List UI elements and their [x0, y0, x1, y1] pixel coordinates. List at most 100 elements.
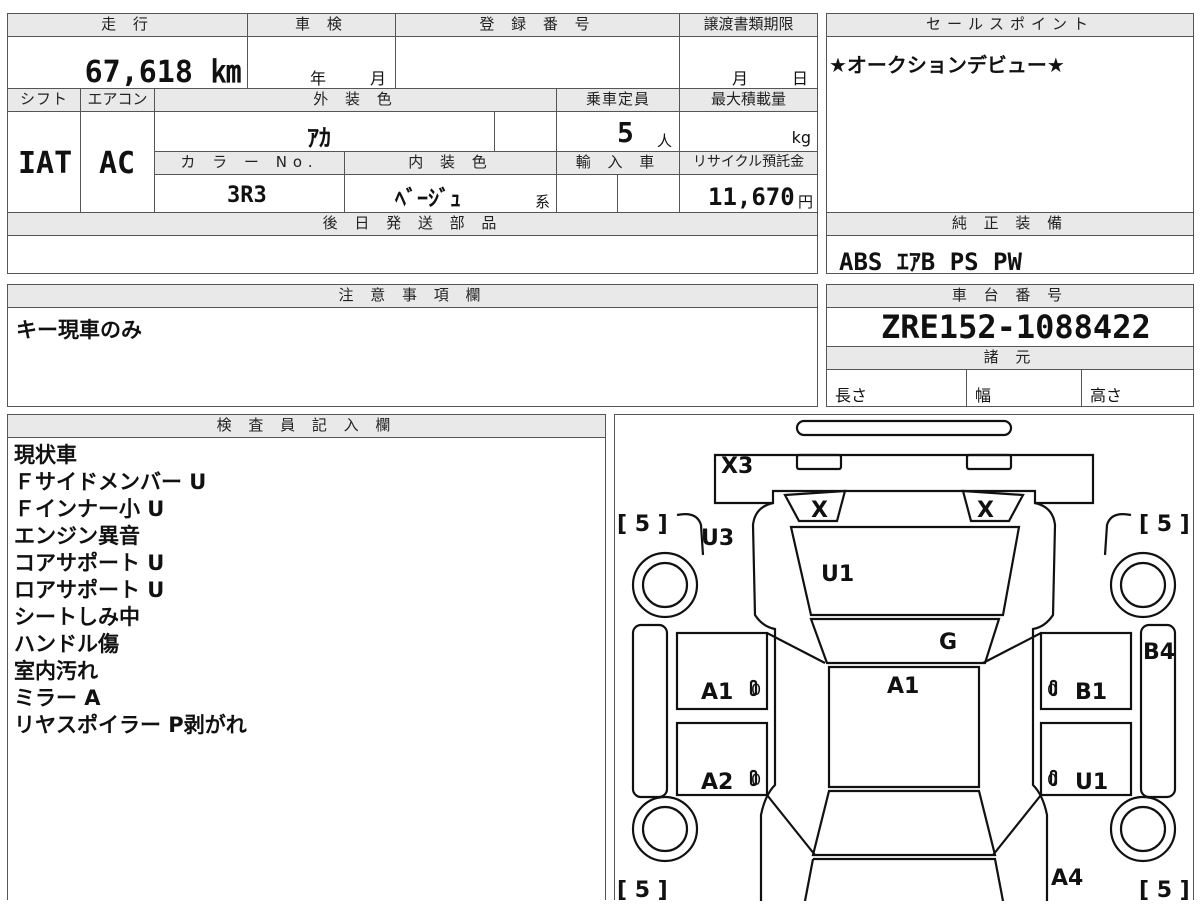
mark-x-left: X: [811, 498, 828, 523]
mark-x3: X3: [721, 454, 753, 479]
mark-g: G: [939, 630, 957, 655]
wheel-front-left-inner: [641, 561, 689, 609]
fender-left-front: [676, 513, 705, 556]
inspection-year-label: 年: [310, 69, 327, 88]
mark-zero: 0: [751, 770, 761, 789]
mark-b1: B1: [1075, 680, 1107, 705]
mark-a1-center: A1: [887, 674, 919, 699]
inspection-cell: 年 月: [247, 36, 396, 89]
sill-left: [631, 623, 669, 799]
tire-depth-rr: [ 5 ]: [1139, 878, 1190, 901]
color-no-header: カ ラ ー No.: [154, 151, 345, 175]
capacity-value: 5: [617, 116, 634, 149]
registration-header: 登 録 番 号: [395, 13, 680, 37]
standard-equipment-header: 純 正 装 備: [826, 212, 1194, 236]
shift-value: IAT: [18, 146, 73, 181]
list-item: 現状車: [14, 443, 77, 467]
list-item: コアサポート U: [14, 551, 165, 575]
inspector-header: 検 査 員 記 入 欄: [7, 414, 606, 438]
mark-zero: 0: [1047, 680, 1057, 699]
mileage-value: 67,618 ㎞: [84, 55, 241, 90]
exterior-color-cell: ｱｶ: [154, 111, 495, 152]
list-item: 室内汚れ: [14, 659, 98, 683]
list-item: ロアサポート U: [14, 578, 165, 602]
wheel-rear-left-inner: [641, 805, 689, 853]
pillar-right-c: [992, 794, 1042, 856]
recycle-fee-unit: 円: [797, 193, 813, 211]
mark-a4: A4: [1051, 866, 1083, 891]
mileage-cell: 67,618 ㎞: [7, 36, 248, 90]
body-left-outline: [751, 501, 777, 901]
inspection-header: 車 検: [247, 13, 396, 37]
chassis-no-cell: ZRE152-1088422: [826, 307, 1194, 347]
max-load-unit: kg: [791, 128, 811, 147]
list-item: ミラー A: [14, 686, 101, 710]
deadline-month-label: 月: [732, 69, 749, 88]
inspection-month-label: 月: [370, 69, 387, 88]
interior-color-suffix: 系: [535, 193, 551, 211]
height-label: 高さ: [1090, 386, 1123, 405]
windshield: [809, 617, 1001, 665]
pillar-left-c: [766, 794, 816, 856]
max-load-header: 最大積載量: [679, 88, 818, 112]
deadline-day-label: 日: [792, 69, 809, 88]
aircon-value: AC: [99, 146, 136, 181]
front-bumper-slot: [795, 419, 1013, 437]
wheel-front-right-inner: [1119, 561, 1167, 609]
sales-point-cell: ★オークションデビュー★: [826, 36, 1194, 213]
length-label: 長さ: [835, 386, 868, 405]
exterior-color-value: ｱｶ: [307, 124, 331, 152]
tire-depth-rl: [ 5 ]: [617, 878, 668, 901]
body-right-outline: [1031, 501, 1057, 901]
wheel-rear-right-inner: [1119, 805, 1167, 853]
mark-u1-right: U1: [1075, 770, 1108, 795]
recycle-fee-cell: 11,670 円: [679, 174, 818, 213]
registration-cell: [395, 36, 680, 89]
inspector-cell: 現状車 Ｆサイドメンバー U Ｆインナー小 U エンジン異音 コアサポート U …: [7, 437, 606, 900]
mark-x-right: X: [977, 498, 994, 523]
width-cell: 幅: [966, 369, 1082, 407]
chassis-no-header: 車 台 番 号: [826, 284, 1194, 308]
standard-equipment-value: ABS ｴｱB PS PW: [839, 248, 1022, 276]
capacity-unit: 人: [657, 132, 673, 150]
mark-a2: A2: [701, 770, 733, 795]
aircon-cell: AC: [80, 111, 155, 213]
mileage-header: 走 行: [7, 13, 248, 37]
notes-cell: キー現車のみ: [7, 307, 818, 407]
notes-value: キー現車のみ: [16, 318, 142, 342]
height-cell: 高さ: [1081, 369, 1194, 407]
recycle-fee-header: リサイクル預託金: [679, 151, 818, 175]
mark-u3: U3: [701, 526, 734, 551]
capacity-header: 乗車定員: [556, 88, 680, 112]
front-bumper: [713, 453, 1095, 505]
interior-color-value: ﾍﾞｰｼﾞｭ: [395, 187, 462, 212]
recycle-fee-value: 11,670: [708, 183, 795, 211]
fog-lamp-left: [795, 453, 843, 471]
imported-cell-1: [556, 174, 618, 213]
notes-header: 注 意 事 項 欄: [7, 284, 818, 308]
later-parts-header: 後 日 発 送 部 品: [7, 212, 818, 236]
specs-header: 諸 元: [826, 346, 1194, 370]
width-label: 幅: [975, 386, 992, 405]
mark-b4: B4: [1143, 640, 1175, 665]
exterior-color-extra-cell: [494, 111, 557, 152]
list-item: Ｆサイドメンバー U: [14, 470, 207, 494]
list-item: ハンドル傷: [14, 632, 119, 656]
sales-point-value: ★オークションデビュー★: [829, 53, 1065, 77]
tire-depth-fl: [ 5 ]: [617, 512, 668, 537]
list-item: エンジン異音: [14, 524, 140, 548]
chassis-no-value: ZRE152-1088422: [881, 308, 1151, 346]
later-parts-cell: [7, 235, 818, 274]
shift-cell: IAT: [7, 111, 81, 213]
aircon-header: エアコン: [80, 88, 155, 112]
car-diagram-panel: X3 X X U3 U1 G A1 A1 B1 B4 A2 U1 A4 0 0 …: [614, 414, 1194, 903]
fog-lamp-right: [965, 453, 1013, 471]
mark-a1-left: A1: [701, 680, 733, 705]
transfer-deadline-header: 譲渡書類期限: [679, 13, 818, 37]
tire-depth-fr: [ 5 ]: [1139, 512, 1190, 537]
list-item: Ｆインナー小 U: [14, 497, 165, 521]
length-cell: 長さ: [826, 369, 967, 407]
mark-u1-hood: U1: [821, 562, 854, 587]
trunk: [813, 857, 1005, 902]
imported-header: 輸 入 車: [556, 151, 680, 175]
